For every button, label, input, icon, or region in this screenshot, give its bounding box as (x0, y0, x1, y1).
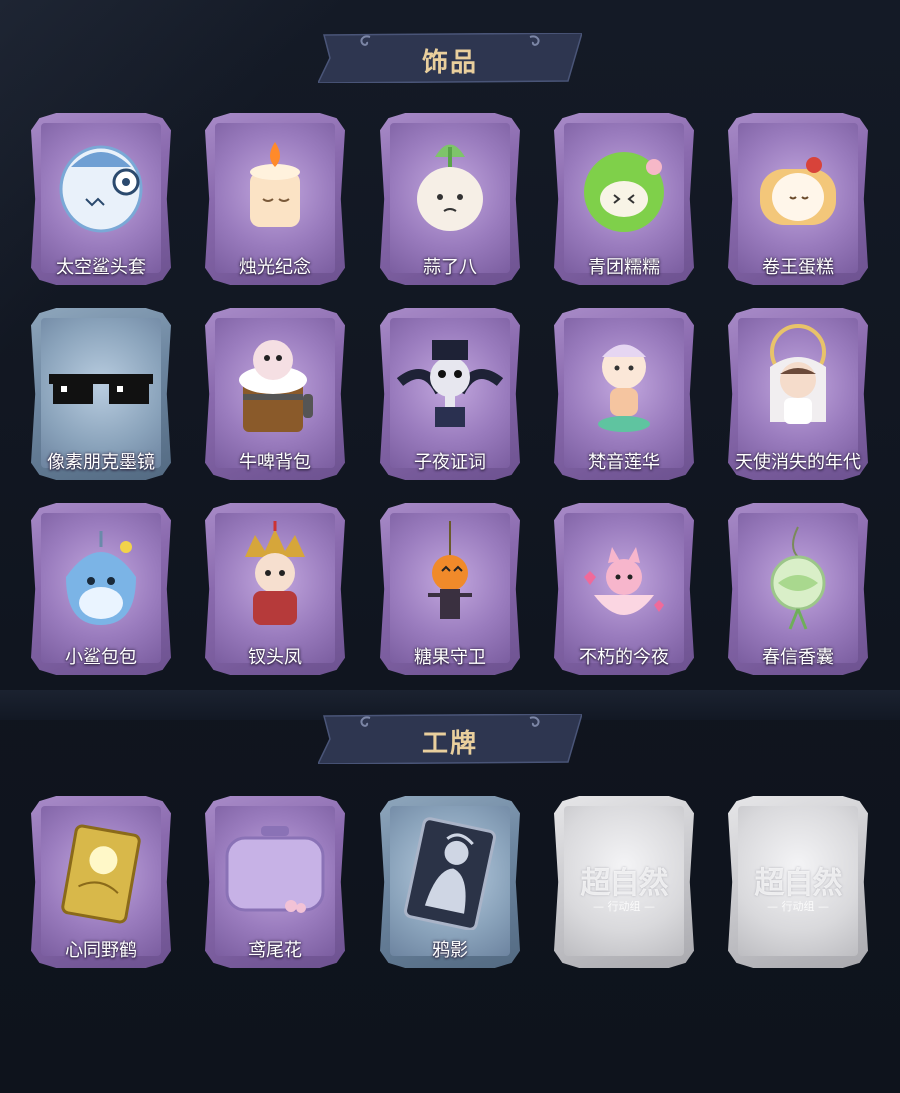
phoenix-crown-doll-icon (205, 517, 345, 637)
candle-icon (205, 127, 345, 247)
item-label: 牛啤背包 (239, 452, 311, 473)
item-card[interactable]: 梵音莲华 (554, 308, 694, 480)
lotus-figure-icon (554, 322, 694, 442)
item-card[interactable]: 牛啤背包 (205, 308, 345, 480)
placeholder-logo-subtitle: — 行动组 — (593, 900, 655, 913)
item-label: 梵音莲华 (588, 452, 660, 473)
item-card[interactable]: 子夜证词 (380, 308, 520, 480)
item-card[interactable]: 天使消失的年代 (728, 308, 868, 480)
item-label: 天使消失的年代 (735, 452, 861, 473)
item-label: 糖果守卫 (414, 647, 486, 668)
item-card[interactable]: 钗头凤 (205, 503, 345, 675)
item-card[interactable]: 不朽的今夜 (554, 503, 694, 675)
item-card[interactable]: 糖果守卫 (380, 503, 520, 675)
item-card[interactable]: 卷王蛋糕 (728, 113, 868, 285)
item-label: 心同野鹤 (65, 940, 137, 961)
item-card[interactable]: 春信香囊 (728, 503, 868, 675)
item-label: 不朽的今夜 (579, 647, 669, 668)
pumpkin-guard-icon (380, 517, 520, 637)
item-card[interactable]: 超自然 — 行动组 — (554, 796, 694, 968)
plague-doctor-icon (380, 322, 520, 442)
cow-beer-backpack-icon (205, 322, 345, 442)
placeholder-logo-subtitle: — 行动组 — (767, 900, 829, 913)
space-shark-helmet-icon (31, 127, 171, 247)
item-label: 小鲨包包 (65, 647, 137, 668)
pixel-sunglasses-icon (31, 322, 171, 442)
item-card[interactable]: 鸢尾花 (205, 796, 345, 968)
item-label: 卷王蛋糕 (762, 257, 834, 278)
golden-card-icon (31, 810, 171, 930)
item-card[interactable]: 青团糯糯 (554, 113, 694, 285)
item-card[interactable]: 太空鲨头套 (31, 113, 171, 285)
green-rice-ball-icon (554, 127, 694, 247)
item-card[interactable]: 心同野鹤 (31, 796, 171, 968)
section-header-accessories: 饰品 (318, 33, 582, 83)
silhouette-card-icon (380, 810, 520, 931)
section-header-badges: 工牌 (318, 714, 582, 764)
item-card[interactable]: 超自然 — 行动组 — (728, 796, 868, 968)
item-label: 青团糯糯 (588, 257, 660, 278)
item-label: 鸢尾花 (248, 940, 302, 961)
item-label: 春信香囊 (762, 647, 834, 668)
placeholder-logo: 超自然 (754, 866, 843, 901)
item-card[interactable]: 小鲨包包 (31, 503, 171, 675)
section-title: 饰品 (421, 48, 478, 78)
item-label: 蒜了八 (423, 257, 477, 278)
pink-fox-cup-icon (554, 517, 694, 637)
item-label: 子夜证词 (414, 452, 486, 473)
item-card[interactable]: 鸦影 (380, 796, 520, 968)
green-sachet-icon (728, 517, 868, 637)
placeholder-logo: 超自然 (580, 866, 669, 901)
item-card[interactable]: 烛光纪念 (205, 113, 345, 285)
item-label: 太空鲨头套 (56, 257, 146, 278)
section-title: 工牌 (421, 729, 478, 759)
item-card[interactable]: 蒜了八 (380, 113, 520, 285)
angel-doll-icon (728, 322, 868, 442)
item-label: 钗头凤 (248, 647, 302, 668)
item-label: 鸦影 (432, 940, 468, 961)
shark-bag-icon (31, 517, 171, 637)
iris-badge-icon (205, 810, 345, 930)
item-label: 烛光纪念 (239, 257, 311, 278)
roll-cake-icon (728, 127, 868, 247)
item-label: 像素朋克墨镜 (47, 452, 155, 473)
garlic-icon (380, 127, 520, 247)
item-card[interactable]: 像素朋克墨镜 (31, 308, 171, 480)
